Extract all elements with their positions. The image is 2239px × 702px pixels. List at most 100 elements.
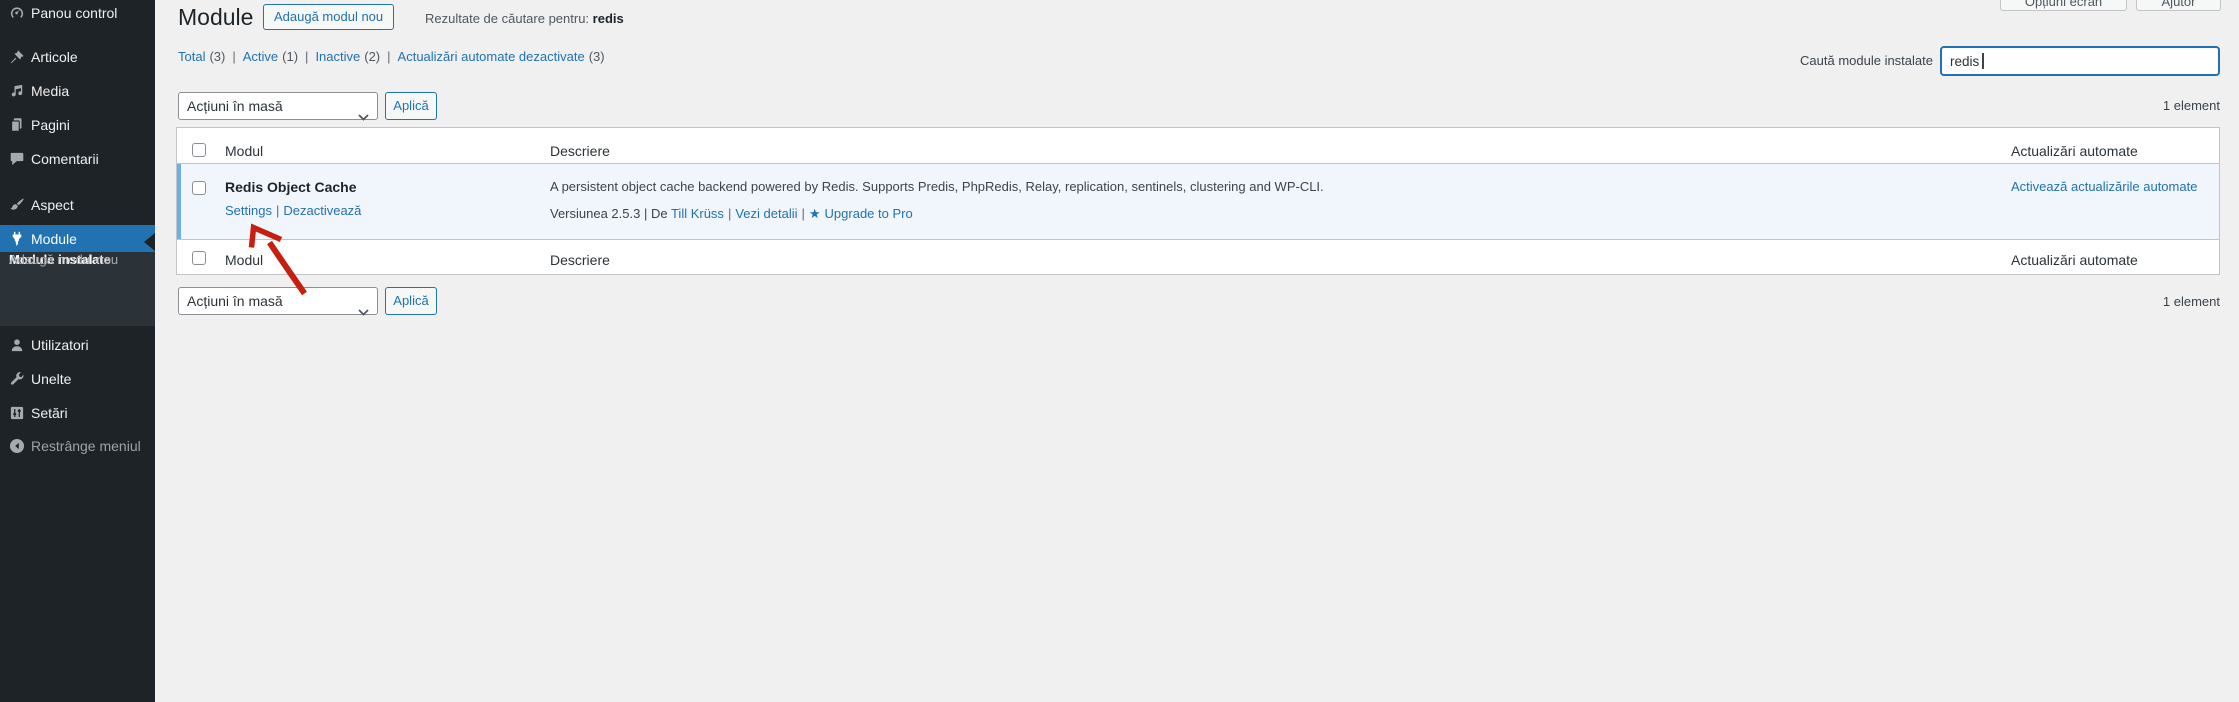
help-button[interactable]: Ajutor bbox=[2136, 0, 2221, 11]
wordpress-plugins-page: Panou control Articole Media Pagini Come… bbox=[0, 0, 2239, 702]
column-header-auto-updates: Actualizări automate bbox=[2011, 141, 2138, 161]
tools-icon bbox=[8, 370, 26, 388]
column-header-description: Descriere bbox=[550, 141, 610, 161]
filter-separator: | bbox=[305, 49, 308, 64]
current-menu-arrow bbox=[144, 233, 155, 251]
filter-active-link[interactable]: Active bbox=[243, 49, 278, 64]
screen-options-label: Opțiuni ecran bbox=[2001, 0, 2126, 8]
sidebar-item-label: Pagini bbox=[31, 117, 70, 133]
sidebar-item-settings[interactable]: Setări bbox=[0, 398, 155, 428]
plugin-description: A persistent object cache backend powere… bbox=[550, 177, 1324, 197]
select-all-checkbox-bottom[interactable] bbox=[192, 251, 206, 265]
admin-sidebar: Panou control Articole Media Pagini Come… bbox=[0, 0, 155, 702]
apply-button-bottom[interactable]: Aplică bbox=[385, 287, 437, 315]
plugin-row-checkbox[interactable] bbox=[192, 181, 206, 195]
search-plugins-label: Caută module instalate bbox=[1800, 53, 1933, 69]
plugin-name: Redis Object Cache bbox=[225, 177, 357, 197]
plugin-deactivate-link[interactable]: Dezactivează bbox=[283, 203, 361, 218]
plugin-status-filters: Total(3)|Active(1)|Inactive(2)|Actualiză… bbox=[178, 49, 605, 65]
sidebar-item-label: Comentarii bbox=[31, 151, 99, 167]
table-footer-row: Modul Descriere Actualizări automate bbox=[177, 239, 2219, 275]
enable-auto-updates-cell: Activează actualizările automate bbox=[2011, 177, 2197, 197]
sidebar-item-media[interactable]: Media bbox=[0, 76, 155, 106]
filter-separator: | bbox=[232, 49, 235, 64]
column-header-name[interactable]: Modul bbox=[225, 141, 263, 161]
bulk-actions-selected: Acțiuni în masă bbox=[187, 293, 283, 309]
collapse-menu-button[interactable]: Restrânge meniul bbox=[0, 431, 155, 461]
plugin-upgrade-link[interactable]: Upgrade to Pro bbox=[825, 206, 913, 221]
sidebar-item-tools[interactable]: Unelte bbox=[0, 364, 155, 394]
add-plugin-button[interactable]: Adaugă modul nou bbox=[263, 4, 394, 30]
plugin-view-details-link[interactable]: Vezi detalii bbox=[735, 206, 797, 221]
media-icon bbox=[8, 82, 26, 100]
filter-inactive-link[interactable]: Inactive bbox=[315, 49, 360, 64]
filter-inactive-count: (2) bbox=[364, 49, 380, 64]
chevron-down-icon bbox=[358, 298, 369, 324]
sidebar-item-label: Panou control bbox=[31, 5, 117, 21]
text-cursor bbox=[1982, 53, 1984, 69]
plugin-icon bbox=[8, 230, 26, 248]
plugin-author-link[interactable]: Till Krüss bbox=[671, 206, 724, 221]
filter-total-count: (3) bbox=[209, 49, 225, 64]
sidebar-item-label: Setări bbox=[31, 405, 68, 421]
plugins-submenu: Module instalate Adaugă modul nou bbox=[0, 252, 155, 326]
sidebar-item-pages[interactable]: Pagini bbox=[0, 110, 155, 140]
column-footer-auto-updates: Actualizări automate bbox=[2011, 250, 2138, 270]
active-plugin-accent-bar bbox=[177, 164, 181, 239]
star-icon: ★ bbox=[809, 206, 821, 221]
screen-options-button[interactable]: Opțiuni ecran bbox=[2000, 0, 2127, 11]
pages-icon bbox=[8, 116, 26, 134]
filter-total-link[interactable]: Total bbox=[178, 49, 205, 64]
plugin-row-redis-object-cache: Redis Object Cache Settings | Dezactivează… bbox=[177, 164, 2219, 239]
plugin-meta-row: Versiunea 2.5.3 | De Till Krüss | Vezi det… bbox=[550, 204, 913, 224]
bulk-actions-selected: Acțiuni în masă bbox=[187, 98, 283, 114]
sidebar-item-label: Module bbox=[31, 231, 77, 247]
sidebar-item-posts[interactable]: Articole bbox=[0, 42, 155, 72]
column-footer-name[interactable]: Modul bbox=[225, 250, 263, 270]
sidebar-item-users[interactable]: Utilizatori bbox=[0, 330, 155, 360]
chevron-down-icon bbox=[358, 103, 369, 129]
select-all-checkbox[interactable] bbox=[192, 143, 206, 157]
items-count-top: 1 element bbox=[2163, 98, 2220, 114]
dashboard-icon bbox=[8, 4, 26, 22]
pin-icon bbox=[8, 48, 26, 66]
sidebar-item-label: Utilizatori bbox=[31, 337, 89, 353]
meta-separator: | bbox=[801, 206, 804, 221]
link-separator: | bbox=[276, 203, 279, 218]
sidebar-item-dashboard[interactable]: Panou control bbox=[0, 0, 155, 28]
filter-autoupdates-disabled-link[interactable]: Actualizări automate dezactivate bbox=[398, 49, 585, 64]
page-title: Module bbox=[178, 2, 253, 32]
users-icon bbox=[8, 336, 26, 354]
plugin-settings-link[interactable]: Settings bbox=[225, 203, 272, 218]
bulk-actions-select-bottom[interactable]: Acțiuni în masă bbox=[178, 287, 378, 315]
help-label: Ajutor bbox=[2137, 0, 2220, 8]
sidebar-item-label: Aspect bbox=[31, 197, 74, 213]
enable-auto-updates-link[interactable]: Activează actualizările automate bbox=[2011, 179, 2197, 194]
subtitle-search-term: redis bbox=[593, 11, 624, 26]
search-results-subtitle: Rezultate de căutare pentru: redis bbox=[425, 11, 624, 27]
filter-active-count: (1) bbox=[282, 49, 298, 64]
comments-icon bbox=[8, 150, 26, 168]
plugin-version-author-prefix: Versiunea 2.5.3 | De bbox=[550, 206, 668, 221]
table-header-row: Modul Descriere Actualizări automate bbox=[177, 128, 2219, 164]
collapse-menu-label: Restrânge meniul bbox=[31, 438, 141, 454]
plugins-table: Modul Descriere Actualizări automate Red… bbox=[176, 127, 2220, 275]
filter-autoupdates-disabled-count: (3) bbox=[589, 49, 605, 64]
sidebar-item-comments[interactable]: Comentarii bbox=[0, 144, 155, 174]
sidebar-item-label: Unelte bbox=[31, 371, 71, 387]
apply-button-top[interactable]: Aplică bbox=[385, 92, 437, 120]
collapse-icon bbox=[8, 437, 26, 455]
items-count-bottom: 1 element bbox=[2163, 294, 2220, 310]
subtitle-prefix: Rezultate de căutare pentru: bbox=[425, 11, 593, 26]
bulk-actions-select-top[interactable]: Acțiuni în masă bbox=[178, 92, 378, 120]
sidebar-item-appearance[interactable]: Aspect bbox=[0, 190, 155, 220]
sidebar-item-label: Articole bbox=[31, 49, 78, 65]
sidebar-item-plugins[interactable]: Module bbox=[0, 225, 155, 252]
settings-icon bbox=[8, 404, 26, 422]
meta-separator: | bbox=[728, 206, 731, 221]
column-footer-description: Descriere bbox=[550, 250, 610, 270]
sidebar-item-label: Media bbox=[31, 83, 69, 99]
submenu-item-add-plugin[interactable]: Adaugă modul nou bbox=[9, 252, 118, 267]
appearance-icon bbox=[8, 196, 26, 214]
plugin-action-links: Settings | Dezactivează bbox=[225, 201, 361, 221]
